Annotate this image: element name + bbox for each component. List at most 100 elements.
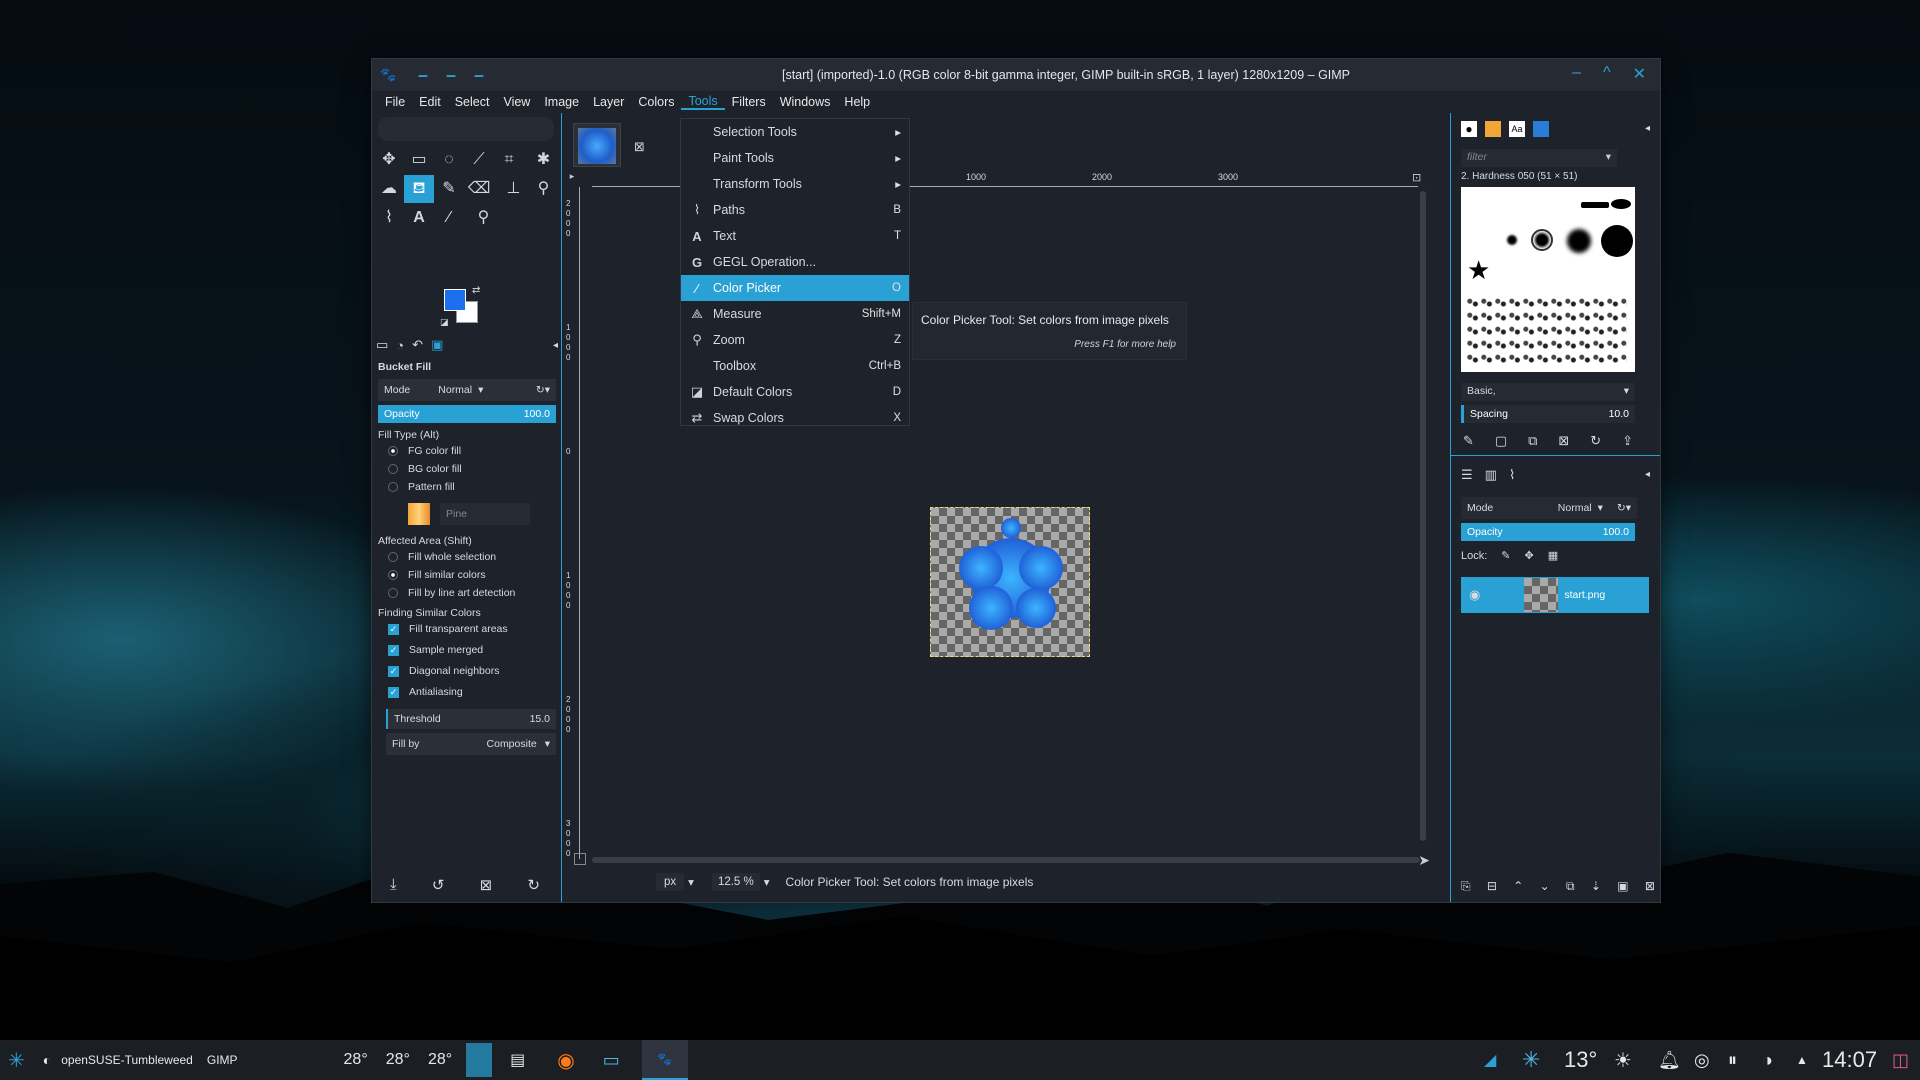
fill-whole-selection-radio[interactable] bbox=[388, 552, 398, 563]
clone-tool-icon[interactable]: ⊥ bbox=[498, 174, 528, 202]
menu-item-swap-colors[interactable]: ⇄ Swap Colors X bbox=[681, 405, 909, 431]
pattern-swatch[interactable] bbox=[408, 503, 430, 525]
close-icon[interactable]: ✕ bbox=[1633, 64, 1646, 84]
menu-item-zoom[interactable]: ⚲ Zoom Z bbox=[681, 327, 909, 353]
show-desktop-icon[interactable]: ◫ bbox=[1892, 1050, 1909, 1071]
lock-pixels-icon[interactable]: ✎ bbox=[1501, 549, 1510, 562]
spacing-slider[interactable]: Spacing 10.0 bbox=[1461, 405, 1635, 423]
menu-item-transform-tools[interactable]: Transform Tools ▸ bbox=[681, 171, 909, 197]
rect-select-tool-icon[interactable]: ▭ bbox=[404, 145, 434, 173]
lock-position-icon[interactable]: ✥ bbox=[1525, 549, 1534, 562]
menu-help[interactable]: Help bbox=[837, 95, 877, 109]
move-tool-icon[interactable]: ✥ bbox=[374, 145, 404, 173]
duplicate-layer-icon[interactable]: ⧉ bbox=[1566, 879, 1575, 894]
sample-merged-checkbox[interactable]: ✓ bbox=[388, 644, 399, 656]
edit-brush-icon[interactable]: ✎ bbox=[1463, 433, 1474, 449]
tool-options-tab-icon[interactable]: ▭ bbox=[376, 337, 388, 353]
bucket-fill-tool-icon[interactable]: ⛾ bbox=[404, 175, 434, 203]
minimize-left-icon-3[interactable]: – bbox=[474, 65, 484, 86]
brush-item[interactable] bbox=[1611, 199, 1631, 209]
zoom-tool-icon[interactable]: ⚲ bbox=[468, 203, 498, 231]
menu-edit[interactable]: Edit bbox=[412, 95, 448, 109]
firefox-icon[interactable]: ◉ bbox=[557, 1048, 574, 1073]
mode-select[interactable]: Normal bbox=[438, 384, 472, 396]
diagonal-neighbors-checkbox[interactable]: ✓ bbox=[388, 665, 399, 677]
save-options-icon[interactable]: ⤓ bbox=[390, 876, 397, 894]
brush-texture-row[interactable] bbox=[1467, 297, 1627, 367]
menu-item-measure[interactable]: ⟁ Measure Shift+M bbox=[681, 301, 909, 327]
menu-image[interactable]: Image bbox=[537, 95, 586, 109]
merge-layer-icon[interactable]: ⇣ bbox=[1591, 879, 1601, 894]
brush-grid[interactable]: ★ bbox=[1461, 187, 1635, 372]
layer-row[interactable]: ◉ start.png bbox=[1461, 577, 1649, 613]
color-picker-tool-icon[interactable]: ⁄ bbox=[434, 204, 464, 232]
brush-tag-select[interactable]: Basic, ▾ bbox=[1461, 383, 1635, 401]
fill-similar-colors-radio[interactable] bbox=[388, 570, 398, 581]
new-layer-icon[interactable]: ⎘ bbox=[1461, 879, 1471, 894]
text-tool-icon[interactable]: A bbox=[404, 204, 434, 232]
delete-options-icon[interactable]: ⊠ bbox=[480, 876, 493, 894]
media-pause-icon[interactable]: ⏸ bbox=[1728, 1050, 1737, 1071]
gimp-task-button[interactable]: 🐾 bbox=[641, 1040, 688, 1080]
menu-item-paths[interactable]: ⌇ Paths B bbox=[681, 197, 909, 223]
maximize-icon[interactable]: ^ bbox=[1603, 64, 1611, 84]
fill-line-art-radio[interactable] bbox=[388, 588, 398, 599]
unit-select[interactable]: px bbox=[656, 873, 685, 891]
menu-view[interactable]: View bbox=[496, 95, 537, 109]
menu-item-toolbox[interactable]: Toolbox Ctrl+B bbox=[681, 353, 909, 379]
brush-item[interactable] bbox=[1507, 235, 1517, 245]
paths-tool-icon[interactable]: ⌇ bbox=[374, 203, 404, 231]
lock-alpha-icon[interactable]: ▦ bbox=[1548, 549, 1558, 562]
brightness-icon[interactable]: ☀ bbox=[1614, 1048, 1632, 1073]
file-manager-icon[interactable]: ▭ bbox=[603, 1050, 620, 1071]
restore-options-icon[interactable]: ↺ bbox=[432, 876, 445, 894]
paintbrush-tool-icon[interactable]: ✎ bbox=[434, 174, 464, 202]
minimize-icon[interactable]: – bbox=[1572, 64, 1581, 84]
brush-item-selected[interactable] bbox=[1531, 229, 1553, 251]
crop-tool-icon[interactable]: ⌗ bbox=[494, 146, 524, 174]
default-colors-icon[interactable]: ◪ bbox=[440, 317, 449, 328]
zoom-select[interactable]: 12.5 % bbox=[711, 873, 760, 891]
menu-file[interactable]: File bbox=[378, 95, 412, 109]
configure-tab-icon[interactable]: ◂ bbox=[1645, 469, 1650, 480]
dodge-tool-icon[interactable]: ⚲ bbox=[528, 174, 558, 202]
delete-layer-icon[interactable]: ⊠ bbox=[1645, 879, 1655, 894]
quick-mask-icon[interactable]: ▸ bbox=[564, 171, 580, 187]
menu-item-color-picker[interactable]: ⁄ Color Picker O bbox=[681, 275, 909, 301]
patterns-tab-icon[interactable] bbox=[1485, 121, 1501, 137]
menu-item-text[interactable]: A Text T bbox=[681, 223, 909, 249]
weather-icon[interactable]: ✳ bbox=[1522, 1047, 1540, 1073]
brush-item[interactable] bbox=[1581, 202, 1609, 208]
layer-name[interactable]: start.png bbox=[1564, 589, 1605, 601]
menu-item-gegl[interactable]: G GEGL Operation... bbox=[681, 249, 909, 275]
image-tab[interactable] bbox=[573, 123, 621, 167]
menu-tools[interactable]: Tools bbox=[681, 94, 725, 110]
night-color-icon[interactable]: ◑ bbox=[1762, 1050, 1773, 1071]
reset-mode-icon[interactable]: ↻▾ bbox=[536, 384, 550, 396]
application-launcher-icon[interactable]: ✳ bbox=[8, 1048, 25, 1073]
lasso-tool-icon[interactable]: ◌ bbox=[434, 146, 464, 174]
network-signal-icon[interactable]: ◢ bbox=[1484, 1050, 1496, 1070]
opacity-slider[interactable]: Opacity 100.0 bbox=[378, 405, 556, 423]
vertical-scrollbar[interactable] bbox=[1420, 191, 1426, 841]
undo-history-tab-icon[interactable]: ↶ bbox=[412, 337, 423, 353]
images-tab-icon[interactable] bbox=[1533, 121, 1549, 137]
brush-item[interactable] bbox=[1567, 229, 1591, 253]
menu-select[interactable]: Select bbox=[448, 95, 497, 109]
configure-tab-icon[interactable]: ◂ bbox=[1645, 123, 1650, 134]
brush-item[interactable] bbox=[1601, 225, 1633, 257]
fill-transparent-checkbox[interactable]: ✓ bbox=[388, 623, 399, 635]
menu-filters[interactable]: Filters bbox=[725, 95, 773, 109]
menu-item-paint-tools[interactable]: Paint Tools ▸ bbox=[681, 145, 909, 171]
paths-tab-icon[interactable]: ⌇ bbox=[1509, 467, 1515, 483]
menu-item-selection-tools[interactable]: Selection Tools ▸ bbox=[681, 119, 909, 145]
warp-tool-icon[interactable]: ✱ bbox=[528, 145, 558, 173]
pager-desktop-1[interactable] bbox=[466, 1043, 493, 1077]
open-brush-icon[interactable]: ⇪ bbox=[1622, 433, 1633, 449]
fill-by-select[interactable]: Fill by Composite ▾ bbox=[386, 733, 556, 755]
brush-filter-input[interactable]: filter ▾ bbox=[1461, 149, 1617, 167]
new-group-icon[interactable]: ⊟ bbox=[1487, 879, 1497, 894]
layers-tab-icon[interactable]: ☰ bbox=[1461, 467, 1473, 483]
menu-layer[interactable]: Layer bbox=[586, 95, 631, 109]
gimp-app-icon[interactable]: 🐾 bbox=[380, 67, 400, 83]
